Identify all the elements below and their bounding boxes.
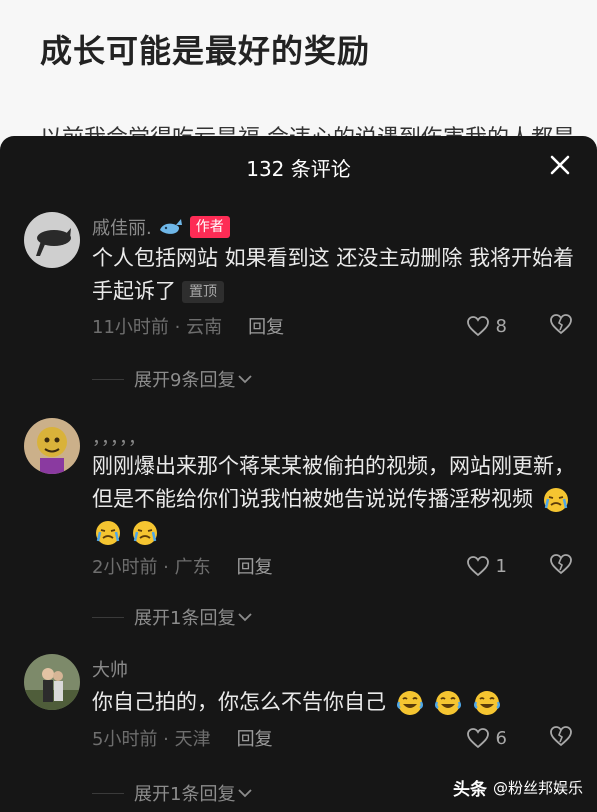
broken-heart-icon [550, 314, 572, 335]
broken-heart-icon [550, 554, 572, 575]
avatar[interactable] [24, 212, 80, 268]
dislike-button[interactable] [549, 725, 573, 751]
comment-meta: 11小时前 · 云南 回复 8 [92, 312, 577, 340]
watermark-head: 头条 [452, 780, 487, 800]
username-row: 戚佳丽. 作者 [92, 214, 230, 240]
expand-replies[interactable]: 展开9条回复 [92, 366, 253, 392]
reply-button[interactable]: 回复 [248, 313, 284, 339]
username[interactable]: ，，，，， [92, 424, 146, 450]
whale-icon [159, 219, 182, 234]
comment-text: 你自己拍的，你怎么不告你自己 [92, 686, 582, 719]
watermark: 头条 @粉丝邦娱乐 [453, 775, 583, 800]
comment-text: 刚刚爆出来那个蒋某某被偷拍的视频，网站刚更新，但是不能给你们说我怕被她告说说传播… [92, 450, 582, 549]
reply-button[interactable]: 回复 [237, 553, 273, 579]
chevron-down-icon [238, 375, 253, 384]
reply-button[interactable]: 回复 [237, 725, 273, 751]
avatar-image [24, 418, 80, 474]
laughing-tears-icon [435, 691, 462, 715]
heart-icon [466, 316, 489, 337]
dislike-button[interactable] [549, 313, 573, 339]
laughing-tears-icon [396, 691, 423, 715]
like-count: 8 [495, 315, 507, 337]
like-count: 6 [495, 727, 507, 749]
comments-count-title: 132 条评论 [246, 157, 351, 181]
expand-divider [92, 378, 124, 380]
laughing-tears-icon [474, 691, 501, 715]
comment-text-content: 刚刚爆出来那个蒋某某被偷拍的视频，网站刚更新，但是不能给你们说我怕被她告说说传播… [92, 454, 575, 511]
like-button[interactable]: 6 [466, 727, 507, 749]
comment-text: 个人包括网站 如果看到这 还没主动删除 我将开始着手起诉了 置顶 [92, 242, 582, 308]
expand-divider [92, 792, 124, 794]
article-title: 成长可能是最好的奖励 [40, 32, 371, 70]
username[interactable]: 大帅 [92, 656, 128, 682]
avatar[interactable] [24, 418, 80, 474]
expand-replies-label: 展开1条回复 [134, 784, 236, 805]
avatar-image [24, 212, 80, 268]
avatar-image [24, 654, 80, 710]
crying-face-icon [132, 521, 157, 545]
author-badge: 作者 [189, 216, 230, 238]
like-count: 1 [495, 555, 507, 577]
like-button[interactable]: 8 [466, 315, 507, 337]
heart-icon [466, 728, 489, 749]
username[interactable]: 戚佳丽. [92, 214, 152, 240]
close-icon [550, 155, 570, 175]
expand-divider [92, 616, 124, 618]
comment-time-location: 2小时前 · 广东 [92, 557, 211, 578]
comment-meta: 2小时前 · 广东 回复 1 [92, 552, 577, 580]
comment-text-content: 你自己拍的，你怎么不告你自己 [92, 690, 386, 714]
comment-meta: 5小时前 · 天津 回复 6 [92, 724, 577, 752]
expand-replies-label: 展开9条回复 [134, 370, 236, 391]
comments-header: 132 条评论 [0, 136, 597, 196]
comment-time-location: 5小时前 · 天津 [92, 729, 211, 750]
chevron-down-icon [238, 613, 253, 622]
expand-replies[interactable]: 展开1条回复 [92, 780, 253, 806]
article-background: 成长可能是最好的奖励 以前我会觉得吃亏是福 会违心的说遇到伤害我的人都是 [0, 0, 597, 151]
crying-face-icon [96, 521, 120, 545]
avatar[interactable] [24, 654, 80, 710]
pinned-tag: 置顶 [182, 281, 224, 303]
broken-heart-icon [550, 726, 572, 747]
username-row: 大帅 [92, 656, 128, 682]
expand-replies-label: 展开1条回复 [134, 608, 236, 629]
close-button[interactable] [545, 150, 575, 180]
like-button[interactable]: 1 [466, 555, 507, 577]
comments-sheet: 132 条评论 戚佳丽. 作者 个人包括网站 如果看到这 还没主动删除 我将开始… [0, 136, 597, 812]
expand-replies[interactable]: 展开1条回复 [92, 604, 253, 630]
comment-time-location: 11小时前 · 云南 [92, 317, 223, 338]
heart-icon [466, 556, 489, 577]
crying-face-icon [543, 488, 568, 512]
username-row: ，，，，， [92, 424, 146, 450]
watermark-account: @粉丝邦娱乐 [492, 779, 583, 797]
dislike-button[interactable] [549, 553, 573, 579]
comment-text-content: 个人包括网站 如果看到这 还没主动删除 我将开始着手起诉了 [92, 246, 575, 303]
chevron-down-icon [238, 789, 253, 798]
